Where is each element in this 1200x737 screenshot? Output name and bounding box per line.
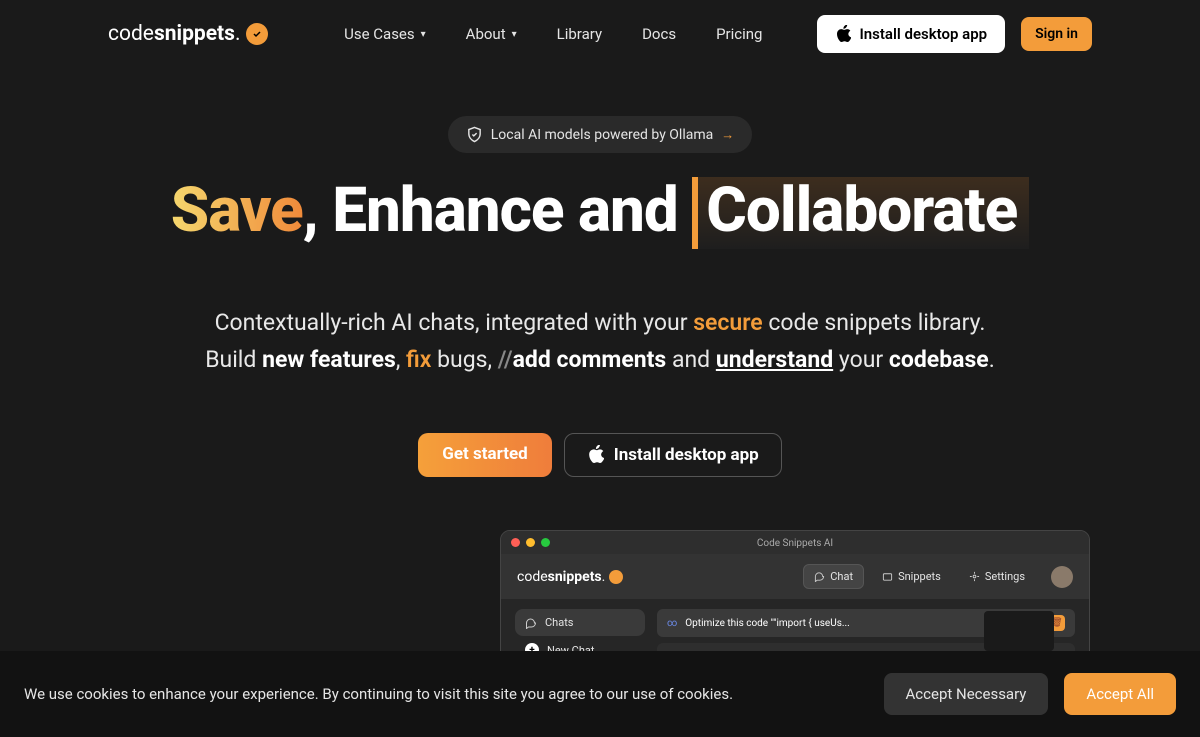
app-logo: codesnippets. — [517, 569, 623, 585]
logo-text-bold: snippets — [154, 22, 235, 46]
chat-icon — [814, 571, 825, 582]
cookie-buttons: Accept Necessary Accept All — [884, 673, 1177, 715]
tab-settings: Settings — [959, 565, 1035, 588]
hero-word-save: Save — [171, 174, 303, 247]
site-header: codesnippets. Use Cases ▾ About ▾ Librar… — [0, 0, 1200, 68]
main-nav: Use Cases ▾ About ▾ Library Docs Pricing… — [324, 15, 1092, 53]
cookie-text: We use cookies to enhance your experienc… — [24, 685, 733, 703]
nav-about[interactable]: About ▾ — [446, 17, 537, 51]
nav-use-cases-label: Use Cases — [344, 25, 415, 43]
hero-subtext: Contextually-rich AI chats, integrated w… — [0, 305, 1200, 379]
tab-snippets: Snippets — [872, 565, 951, 588]
install-desktop-button-hero[interactable]: Install desktop app — [564, 433, 782, 477]
install-hero-label: Install desktop app — [614, 445, 759, 465]
prompt-text: Optimize this code ""import { useUs... — [685, 618, 849, 629]
nav-docs[interactable]: Docs — [622, 17, 696, 51]
sign-in-button[interactable]: Sign in — [1021, 17, 1092, 51]
hero-comma: , — [303, 174, 318, 247]
hero-word-collaborate: Collaborate — [692, 177, 1029, 249]
window-title: Code Snippets AI — [501, 538, 1089, 549]
sign-in-label: Sign in — [1035, 26, 1078, 42]
hero-pill-text: Local AI models powered by Ollama — [491, 127, 713, 143]
avatar — [1051, 566, 1073, 588]
apple-icon — [835, 25, 851, 43]
app-tabs: Chat Snippets Settings — [803, 564, 1073, 589]
cookie-banner: We use cookies to enhance your experienc… — [0, 651, 1200, 737]
get-started-button[interactable]: Get started — [418, 433, 551, 477]
app-logo-badge-icon — [609, 570, 623, 584]
accept-necessary-button[interactable]: Accept Necessary — [884, 673, 1049, 715]
logo-badge-icon — [246, 23, 268, 45]
shield-icon — [466, 126, 483, 143]
nav-library[interactable]: Library — [537, 17, 622, 51]
apple-icon — [587, 445, 604, 464]
hero-heading: Save, Enhance and Collaborate — [0, 177, 1200, 249]
code-minimap — [984, 611, 1054, 651]
chevron-down-icon: ▾ — [421, 29, 426, 40]
gear-icon — [969, 571, 980, 582]
site-logo[interactable]: codesnippets. — [108, 22, 268, 46]
nav-about-label: About — [466, 25, 506, 43]
hero-pill[interactable]: Local AI models powered by Ollama → — [448, 116, 752, 153]
accept-all-button[interactable]: Accept All — [1064, 673, 1176, 715]
install-header-label: Install desktop app — [859, 25, 987, 43]
logo-dot: . — [235, 22, 241, 46]
nav-use-cases[interactable]: Use Cases ▾ — [324, 17, 446, 51]
meta-icon: ∞ — [667, 618, 677, 629]
chat-icon — [525, 617, 537, 629]
app-topbar: codesnippets. Chat Snippets Settings — [501, 554, 1089, 599]
arrow-right-icon: → — [721, 127, 734, 143]
nav-pricing[interactable]: Pricing — [696, 17, 782, 51]
sidebar-item-chats: Chats — [515, 609, 645, 636]
cta-row: Get started Install desktop app — [0, 433, 1200, 477]
get-started-label: Get started — [442, 444, 527, 464]
subtext-line2: Build new features, fix bugs, //add comm… — [0, 342, 1200, 379]
subtext-line1: Contextually-rich AI chats, integrated w… — [0, 305, 1200, 342]
hero-enhance-and: Enhance and — [318, 174, 692, 247]
install-desktop-button-header[interactable]: Install desktop app — [817, 15, 1005, 53]
folder-icon — [882, 571, 893, 582]
logo-text-light: code — [108, 22, 154, 46]
chevron-down-icon: ▾ — [512, 29, 517, 40]
tab-chat: Chat — [803, 564, 864, 589]
